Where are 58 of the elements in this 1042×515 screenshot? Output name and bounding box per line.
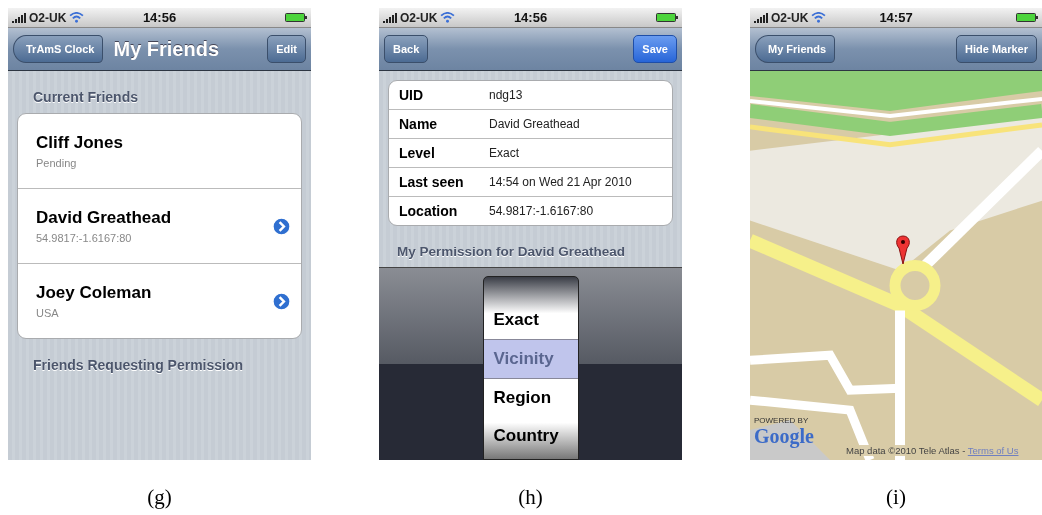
section-header: My Permission for David Greathead [396, 243, 627, 261]
status-time: 14:56 [142, 10, 177, 25]
back-button[interactable]: TrAmS Clock [13, 35, 104, 63]
carrier-name: O2-UK [400, 10, 438, 25]
picker-option[interactable]: Vicinity [483, 339, 578, 379]
friend-detail: Pending [36, 157, 78, 169]
picker-option[interactable]: Region [483, 379, 578, 417]
friend-name: Joey Coleman [36, 283, 153, 303]
status-time: 14:57 [879, 10, 913, 25]
figure-caption: (h) [518, 485, 543, 510]
terms-link[interactable]: Terms of Us [967, 445, 1019, 456]
field-label: Location [399, 203, 459, 219]
back-button[interactable]: My Friends [755, 35, 836, 63]
field-label: Last seen [399, 174, 465, 190]
back-button[interactable]: Back [384, 35, 429, 63]
wifi-icon [440, 12, 456, 23]
signal-icon [383, 12, 397, 23]
field-label: Level [399, 145, 436, 161]
section-header: Current Friends [32, 88, 139, 107]
disclosure-icon[interactable] [272, 291, 291, 311]
battery-icon [1016, 13, 1038, 22]
map-attribution: Map data ©2010 Tele Atlas - [846, 445, 967, 456]
picker-option[interactable]: Exact [483, 301, 578, 339]
field-value: ndg13 [489, 88, 523, 102]
wifi-icon [69, 12, 85, 23]
disclosure-icon[interactable] [272, 216, 291, 236]
nav-action-button[interactable]: Hide Marker [956, 35, 1037, 63]
screen-title: My Friends [113, 37, 220, 61]
map-pin-icon[interactable] [896, 235, 910, 265]
signal-icon [12, 12, 26, 23]
battery-icon [656, 13, 678, 22]
wifi-icon [811, 12, 827, 23]
status-time: 14:56 [513, 10, 548, 25]
figure-caption: (g) [147, 485, 172, 510]
field-label: Name [399, 116, 439, 132]
google-logo: POWERED BY Google [754, 416, 814, 448]
section-header: Friends Requesting Permission [32, 356, 245, 375]
carrier-name: O2-UK [29, 10, 67, 25]
picker-wheel[interactable]: Exact Vicinity Region Country [482, 276, 579, 460]
friend-row[interactable]: Cliff Jones Pending [18, 114, 301, 188]
picker-option[interactable]: Country [483, 417, 578, 455]
friend-detail: 54.9817:-1.6167:80 [36, 232, 133, 244]
field-value: 14:54 on Wed 21 Apr 2010 [489, 175, 632, 189]
field-value: 54.9817:-1.6167:80 [489, 204, 594, 218]
field-label: UID [399, 87, 425, 103]
friend-row[interactable]: Joey Coleman USA [18, 263, 301, 338]
nav-action-button[interactable]: Edit [267, 35, 306, 63]
nav-action-button[interactable]: Save [633, 35, 677, 63]
friend-name: Cliff Jones [36, 133, 124, 153]
signal-icon [754, 12, 768, 23]
battery-icon [285, 13, 307, 22]
friend-detail: USA [36, 307, 60, 319]
friend-row[interactable]: David Greathead 54.9817:-1.6167:80 [18, 188, 301, 263]
figure-caption: (i) [886, 485, 906, 510]
friend-name: David Greathead [36, 208, 173, 228]
carrier-name: O2-UK [771, 10, 809, 25]
field-value: Exact [489, 146, 519, 160]
field-value: David Greathead [489, 117, 580, 131]
